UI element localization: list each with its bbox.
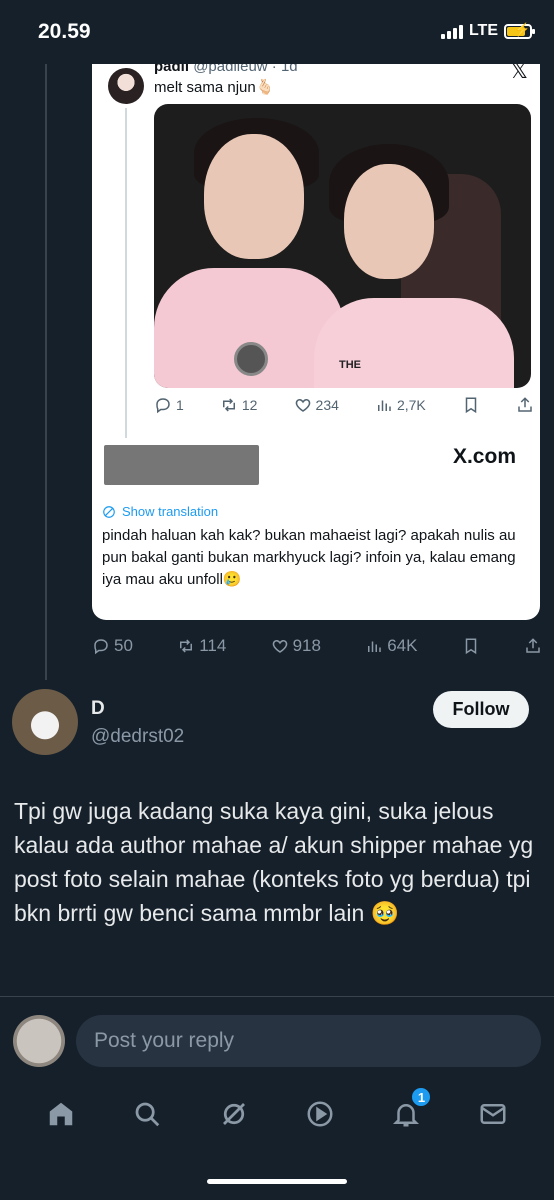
- reply-input[interactable]: [76, 1015, 541, 1067]
- parent-tweet-action-bar: 50 114 918 64K: [92, 636, 542, 656]
- embedded-bookmark-action: [462, 396, 480, 414]
- author-avatar[interactable]: [12, 689, 78, 755]
- battery-icon: ⚡: [504, 21, 535, 39]
- photo-person-right: [314, 298, 514, 388]
- author-name[interactable]: D: [91, 698, 105, 720]
- reply-icon: [94, 639, 108, 655]
- embedded-reply-text: pindah haluan kah kak? bukan mahaeist la…: [102, 527, 516, 588]
- nav-search[interactable]: [127, 1094, 167, 1134]
- embedded-screenshot[interactable]: padil @padlleuw · 1d 𝕏 melt sama njun🫰🏻 …: [92, 64, 540, 620]
- show-translation-label: Show translation: [122, 504, 219, 519]
- microphone: [234, 342, 268, 376]
- embedded-views-count: 2,7K: [396, 397, 426, 413]
- photo-face-left: [204, 134, 304, 259]
- like-count: 918: [292, 636, 321, 655]
- globe-icon: [103, 505, 115, 518]
- nav-messages[interactable]: [473, 1094, 513, 1134]
- search-icon: [136, 1102, 160, 1127]
- status-indicators: LTE ⚡: [440, 21, 535, 40]
- home-icon: [49, 1102, 73, 1126]
- heart-icon: [295, 398, 310, 412]
- embedded-photo: THE: [154, 104, 531, 388]
- embedded-thread-line: [125, 108, 127, 438]
- embedded-share-action: [516, 396, 534, 414]
- embedded-avatar: [108, 68, 144, 104]
- status-time: 20.59: [38, 20, 91, 43]
- share-icon: [518, 397, 532, 412]
- share-icon: [526, 638, 540, 653]
- video-icon: [307, 1101, 333, 1127]
- network-label: LTE: [468, 22, 498, 39]
- show-translation: Show translation: [102, 504, 218, 519]
- x-logo-icon: 𝕏: [510, 64, 528, 83]
- thread-line: [45, 64, 47, 680]
- nav-grok[interactable]: [214, 1094, 254, 1134]
- views-count: 64K: [387, 636, 418, 655]
- grok-icon: [222, 1103, 245, 1125]
- photo-face-right: [344, 164, 434, 279]
- share-action[interactable]: [524, 636, 542, 656]
- embedded-author: padil @padlleuw · 1d: [154, 64, 298, 75]
- embedded-tweet-text: melt sama njun🫰🏻: [154, 79, 275, 96]
- status-bar: 20.59 LTE ⚡: [0, 0, 554, 64]
- embedded-reply-action: 1: [154, 396, 184, 414]
- embedded-repost-count: 12: [241, 397, 258, 413]
- home-indicator[interactable]: [207, 1179, 347, 1184]
- repost-action[interactable]: 114: [177, 636, 226, 656]
- messages-icon: [480, 1104, 506, 1124]
- site-label: X.com: [452, 445, 516, 468]
- bottom-nav: 1: [0, 1084, 554, 1144]
- embedded-like-action: 234: [294, 396, 339, 414]
- bookmark-icon: [465, 638, 476, 655]
- nav-notifications[interactable]: 1: [386, 1086, 433, 1134]
- follow-button[interactable]: Follow: [433, 691, 529, 728]
- views-icon: [377, 400, 391, 411]
- tweet-text: Tpi gw juga kadang suka kaya gini, suka …: [14, 798, 534, 926]
- nav-video[interactable]: [300, 1094, 340, 1134]
- charging-icon: ⚡: [514, 21, 531, 37]
- reply-icon: [156, 398, 170, 414]
- bookmark-action[interactable]: [462, 636, 480, 656]
- views-icon: [368, 641, 381, 652]
- photo-shirt-text: THE: [339, 359, 361, 371]
- notification-badge: 1: [410, 1086, 433, 1108]
- embedded-author-handle: @padlleuw · 1d: [193, 64, 298, 75]
- user-avatar: [13, 1015, 65, 1067]
- embedded-like-count: 234: [315, 397, 339, 413]
- embedded-reply-count: 1: [176, 397, 184, 413]
- repost-icon: [180, 639, 193, 653]
- reply-action[interactable]: 50: [92, 636, 133, 656]
- views-action[interactable]: 64K: [365, 636, 417, 656]
- embedded-repost-action: 12: [220, 396, 258, 414]
- bookmark-icon: [465, 397, 477, 414]
- heart-icon: [272, 639, 287, 653]
- divider: [0, 996, 554, 997]
- repost-count: 114: [199, 636, 227, 655]
- redaction-block: [104, 445, 259, 485]
- nav-home[interactable]: [41, 1094, 81, 1134]
- embedded-views-action: 2,7K: [375, 396, 426, 414]
- signal-icon: [440, 23, 463, 39]
- repost-icon: [222, 398, 235, 412]
- reply-count: 50: [114, 636, 133, 655]
- author-handle[interactable]: @dedrst02: [91, 726, 184, 748]
- embedded-action-bar: 1 12 234 2,7K: [154, 396, 534, 414]
- like-action[interactable]: 918: [271, 636, 321, 656]
- embedded-author-name: padil: [154, 64, 190, 75]
